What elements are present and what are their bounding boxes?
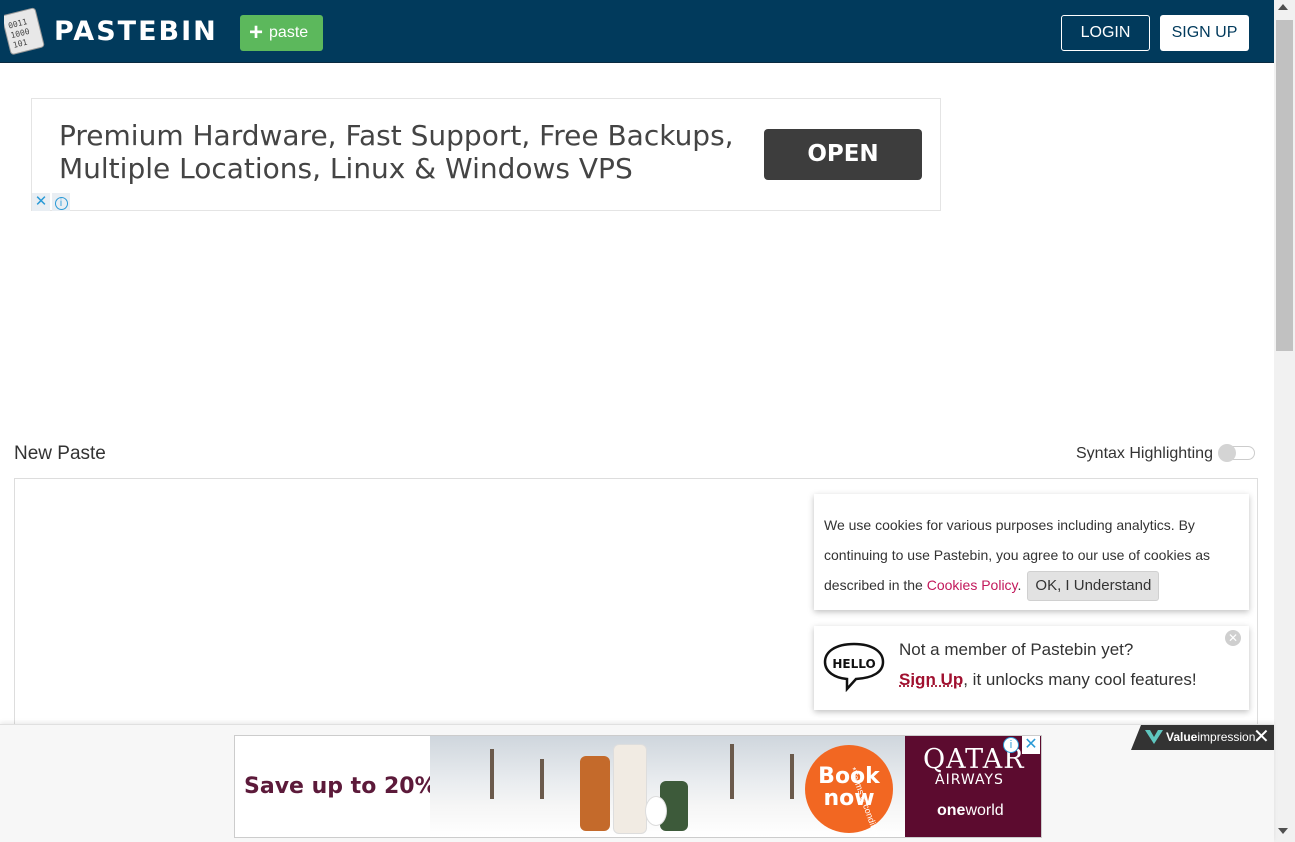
pastebin-logo-icon[interactable]: 0011 1000 101 [4,5,48,55]
bottom-bar-close-icon[interactable]: ✕ [1253,727,1270,747]
syntax-highlighting-label: Syntax Highlighting [1076,445,1213,462]
bottom-ad-headline: Save up to 20% [244,774,437,799]
cookies-policy-link[interactable]: Cookies Policy [927,577,1018,593]
top-ad-headline: Premium Hardware, Fast Support, Free Bac… [59,119,734,185]
page: 0011 1000 101 PASTEBIN + paste LOGIN SIG… [0,0,1295,842]
bottom-advertisement[interactable]: Save up to 20% Book now *Terms & conditio… [234,735,1042,838]
valueimpression-bold: Value [1166,730,1198,744]
cookie-notice-period: . [1017,577,1022,593]
bottom-ad-close-icon[interactable]: ✕ [1022,736,1040,754]
plus-icon: + [249,19,264,46]
ad-info-icon[interactable]: i [52,193,70,211]
valueimpression-rest: impression [1197,730,1256,744]
bottom-ad-info-icon[interactable]: i [1003,737,1019,753]
qatar-airways-subtitle: AIRWAYS [935,772,1004,788]
toggle-knob [1218,444,1236,462]
member-notice-title: Not a member of Pastebin yet? [899,640,1134,659]
scroll-up-arrow-icon[interactable] [1278,4,1288,10]
scroll-down-arrow-icon[interactable] [1278,828,1288,834]
book-now-badge[interactable]: Book now [805,745,893,833]
new-paste-label: paste [269,24,309,41]
valueimpression-logo-icon [1145,730,1163,744]
site-header: 0011 1000 101 PASTEBIN + paste LOGIN SIG… [0,0,1274,63]
login-button[interactable]: LOGIN [1061,15,1150,51]
new-paste-button[interactable]: + paste [240,15,323,51]
member-signup-link[interactable]: Sign Up [899,670,963,689]
valueimpression-label: Valueimpression [1166,730,1255,744]
oneworld-bold: one [937,802,966,819]
oneworld-rest: world [965,802,1004,819]
scrollbar-thumb[interactable] [1276,20,1293,351]
cookie-notice: We use cookies for various purposes incl… [814,494,1249,610]
top-ad-open-button[interactable]: OPEN [764,129,922,180]
member-notice-rest: , it unlocks many cool features! [963,670,1197,689]
hello-icon-text: HELLO [832,657,875,671]
member-signup-notice: HELLO Not a member of Pastebin yet? Sign… [814,626,1249,710]
signup-button[interactable]: SIGN UP [1160,15,1249,51]
syntax-highlighting-toggle[interactable] [1218,444,1255,462]
member-notice-body: Sign Up, it unlocks many cool features! [899,670,1197,690]
cookie-accept-button[interactable]: OK, I Understand [1027,571,1160,601]
top-advertisement[interactable]: Premium Hardware, Fast Support, Free Bac… [31,98,941,211]
hello-speech-bubble-icon: HELLO [823,642,885,692]
oneworld-logo: oneworld [937,802,1004,820]
brand-name[interactable]: PASTEBIN [54,15,218,49]
ad-info-glyph: i [54,197,68,210]
ad-close-icon[interactable]: ✕ [32,193,50,211]
new-paste-heading: New Paste [14,443,106,464]
member-notice-close-icon[interactable]: ✕ [1225,630,1241,646]
